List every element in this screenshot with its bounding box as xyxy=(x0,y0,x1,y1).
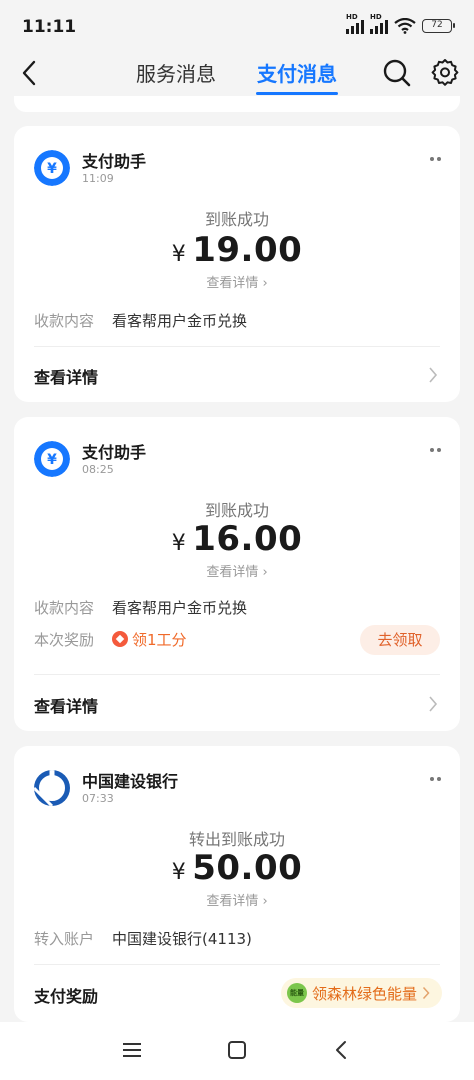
card-header: ¥ 支付助手 11:09 xyxy=(34,148,444,188)
divider xyxy=(34,346,440,347)
nav-bar: 服务消息 支付消息 xyxy=(0,52,474,95)
more-dots-icon[interactable] xyxy=(428,154,444,164)
back-arrow-icon[interactable] xyxy=(20,58,38,88)
transaction-amount: ¥16.00 xyxy=(171,519,303,559)
svg-text:¥: ¥ xyxy=(47,452,57,468)
leaf-energy-icon: 能量 xyxy=(286,983,307,1003)
system-nav-bar xyxy=(0,1022,474,1080)
footer-pay-reward: 支付奖励 xyxy=(34,987,99,1006)
message-card[interactable]: ¥ 支付助手 08:25 到账成功 ¥16.00 查看详情 › 收款内容 看客帮用… xyxy=(14,417,460,731)
message-time: 07:33 xyxy=(82,792,114,805)
message-time: 08:25 xyxy=(82,463,114,476)
footer-view-detail[interactable]: 查看详情 xyxy=(34,693,98,717)
message-card[interactable]: 中国建设银行 07:33 转出到账成功 ¥50.00 查看详情 › 转入账户 中国… xyxy=(14,746,460,1022)
svg-text:¥: ¥ xyxy=(47,161,57,177)
energy-label: 领森林绿色能量 xyxy=(311,984,417,1003)
chevron-right-icon[interactable] xyxy=(428,366,438,384)
previous-card-edge xyxy=(14,96,460,112)
transaction-amount: ¥50.00 xyxy=(171,848,303,888)
yen-coin-icon: ¥ xyxy=(34,150,70,186)
gear-icon[interactable] xyxy=(431,58,459,86)
sender-name: 支付助手 xyxy=(82,443,147,462)
battery-icon: 72 xyxy=(422,19,455,33)
divider xyxy=(34,674,440,675)
chevron-right-icon: › xyxy=(262,565,268,580)
status-bar: 11:11 HD HD 72 xyxy=(0,0,474,52)
claim-reward-button[interactable]: 去领取 xyxy=(360,625,440,655)
ccb-logo-icon xyxy=(34,770,70,806)
view-detail-link[interactable]: 查看详情 › xyxy=(14,272,460,291)
green-energy-button[interactable]: 能量 领森林绿色能量 xyxy=(280,978,442,1008)
sender-name: 支付助手 xyxy=(82,152,147,171)
reward-diamond-icon xyxy=(112,631,128,647)
signal-icon: HD xyxy=(370,13,388,34)
view-detail-link[interactable]: 查看详情 › xyxy=(14,561,460,580)
footer-view-detail[interactable]: 查看详情 xyxy=(34,364,98,388)
chevron-right-icon xyxy=(422,986,430,1000)
tab-pay-messages[interactable]: 支付消息 xyxy=(257,58,337,87)
transaction-status: 转出到账成功 xyxy=(188,830,285,849)
chevron-right-icon[interactable] xyxy=(428,695,438,713)
divider xyxy=(34,964,440,965)
back-triangle-icon[interactable] xyxy=(333,1040,349,1060)
sender-name: 中国建设银行 xyxy=(82,772,179,791)
active-tab-indicator xyxy=(256,92,338,95)
status-time: 11:11 xyxy=(22,17,77,37)
home-square-icon[interactable] xyxy=(227,1040,247,1060)
transaction-status: 到账成功 xyxy=(204,501,269,520)
card-header: ¥ 支付助手 08:25 xyxy=(34,439,444,479)
info-row: 收款内容 看客帮用户金币兑换 xyxy=(34,312,248,330)
reward-row: 本次奖励 领1工分 xyxy=(34,631,187,649)
signal-icon: HD xyxy=(346,13,364,34)
wifi-icon xyxy=(394,18,416,34)
status-icons: HD HD 72 xyxy=(346,13,455,34)
message-card[interactable]: ¥ 支付助手 11:09 到账成功 ¥19.00 查看详情 › 收款内容 看客帮用… xyxy=(14,126,460,402)
message-time: 11:09 xyxy=(82,172,114,185)
view-detail-link[interactable]: 查看详情 › xyxy=(14,890,460,909)
more-dots-icon[interactable] xyxy=(428,445,444,455)
search-icon[interactable] xyxy=(382,58,412,88)
chevron-right-icon: › xyxy=(262,894,268,909)
more-dots-icon[interactable] xyxy=(428,774,444,784)
info-row: 转入账户 中国建设银行(4113) xyxy=(34,930,252,948)
info-row: 收款内容 看客帮用户金币兑换 xyxy=(34,599,248,617)
chevron-right-icon: › xyxy=(262,276,268,291)
card-header: 中国建设银行 07:33 xyxy=(34,768,444,808)
menu-icon[interactable] xyxy=(122,1040,142,1060)
transaction-amount: ¥19.00 xyxy=(171,230,303,270)
yen-coin-icon: ¥ xyxy=(34,441,70,477)
transaction-status: 到账成功 xyxy=(204,210,269,229)
tab-service-messages[interactable]: 服务消息 xyxy=(136,58,216,87)
